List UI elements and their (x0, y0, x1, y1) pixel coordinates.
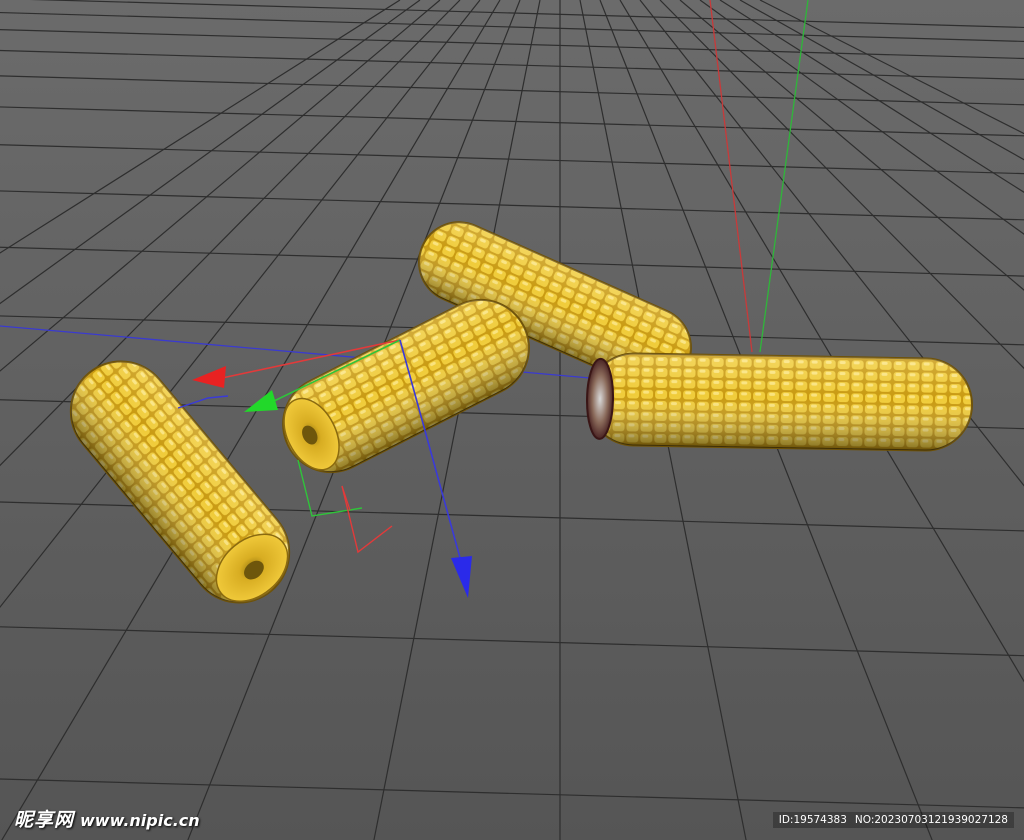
site-url: www.nipic.cn (80, 811, 200, 830)
corn-cob-right[interactable] (586, 352, 973, 452)
image-id: ID:19574383 (778, 814, 847, 826)
viewport-canvas[interactable] (0, 0, 1024, 840)
image-id-watermark: ID:19574383 NO:20230703121939027128 (772, 812, 1014, 828)
site-name: 昵享网 (14, 809, 75, 831)
cob-cut-end (586, 357, 615, 440)
site-watermark: 昵享网 www.nipic.cn (14, 805, 200, 832)
image-no: NO:20230703121939027128 (854, 814, 1008, 826)
3d-viewport[interactable]: 昵享网 www.nipic.cn ID:19574383 NO:2023070312… (0, 0, 1024, 840)
